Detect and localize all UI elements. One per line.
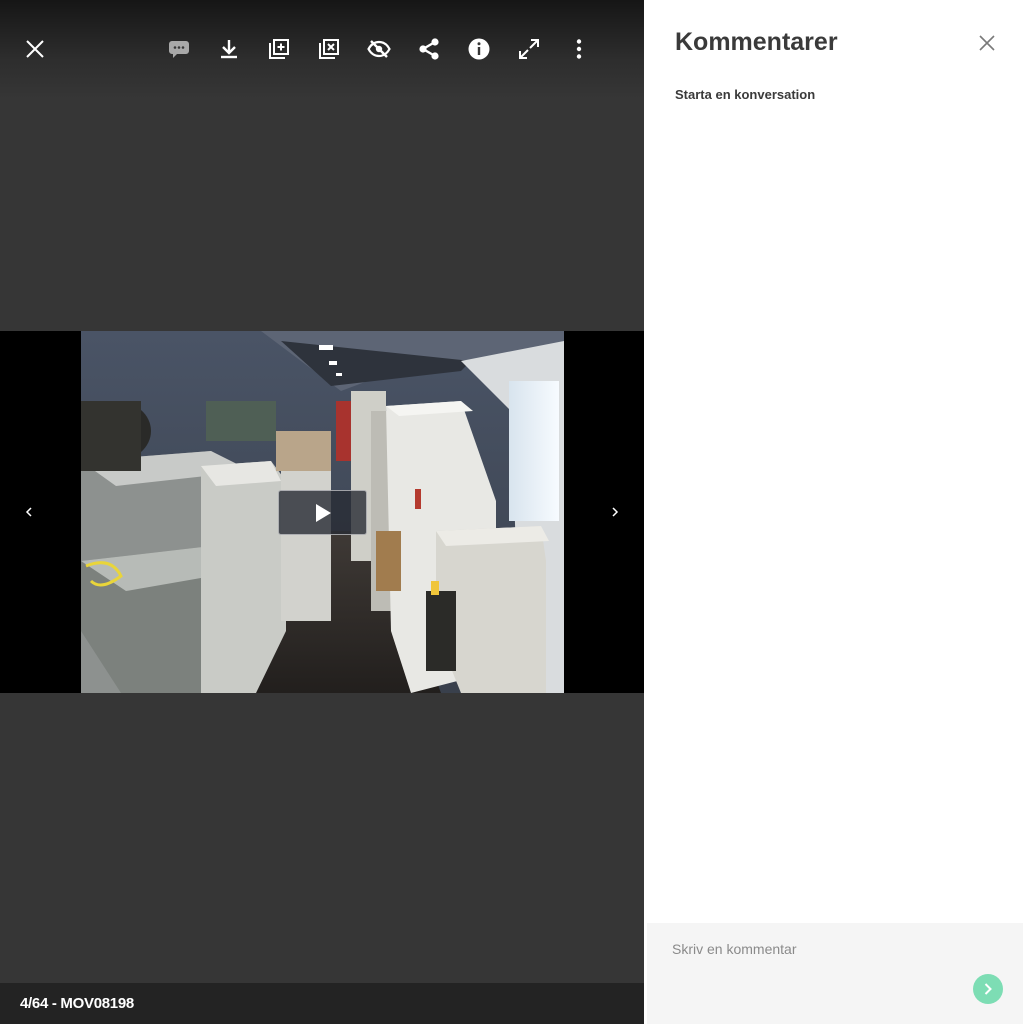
close-icon (26, 40, 44, 58)
chevron-right-icon (984, 983, 992, 995)
add-to-album-button[interactable] (262, 32, 296, 66)
media-stage (0, 331, 644, 693)
caption-bar: 4/64 - MOV08198 (0, 983, 644, 1024)
hide-button[interactable] (362, 32, 396, 66)
fullscreen-button[interactable] (512, 32, 546, 66)
add-to-album-icon (269, 39, 289, 59)
share-button[interactable] (412, 32, 446, 66)
close-icon (979, 35, 995, 51)
download-button[interactable] (212, 32, 246, 66)
comment-input[interactable] (672, 937, 972, 961)
hide-icon (367, 40, 391, 58)
empty-state-text: Starta en konversation (675, 87, 816, 102)
play-button[interactable] (278, 490, 367, 535)
panel-title: Kommentarer (675, 28, 838, 56)
media-caption: 4/64 - MOV08198 (20, 995, 134, 1012)
close-panel-button[interactable] (974, 30, 1000, 56)
play-icon (315, 503, 331, 522)
info-icon (468, 38, 490, 60)
comment-icon (169, 41, 189, 58)
more-icon (576, 39, 582, 59)
next-button[interactable] (604, 501, 626, 523)
info-button[interactable] (462, 32, 496, 66)
more-options-button[interactable] (562, 32, 596, 66)
comments-panel: Kommentarer Starta en konversation (644, 0, 1024, 1024)
close-viewer-button[interactable] (18, 32, 52, 66)
remove-from-album-icon (319, 39, 339, 59)
fullscreen-icon (519, 39, 539, 59)
send-comment-button[interactable] (973, 974, 1003, 1004)
chevron-left-icon (25, 507, 32, 517)
remove-from-album-button[interactable] (312, 32, 346, 66)
previous-button[interactable] (18, 501, 40, 523)
comments-button[interactable] (162, 32, 196, 66)
share-icon (419, 38, 439, 60)
viewer-toolbar (0, 0, 644, 100)
chevron-right-icon (612, 507, 619, 517)
download-icon (221, 40, 237, 59)
media-viewer: 4/64 - MOV08198 (0, 0, 644, 1024)
comment-composer (647, 923, 1023, 1024)
